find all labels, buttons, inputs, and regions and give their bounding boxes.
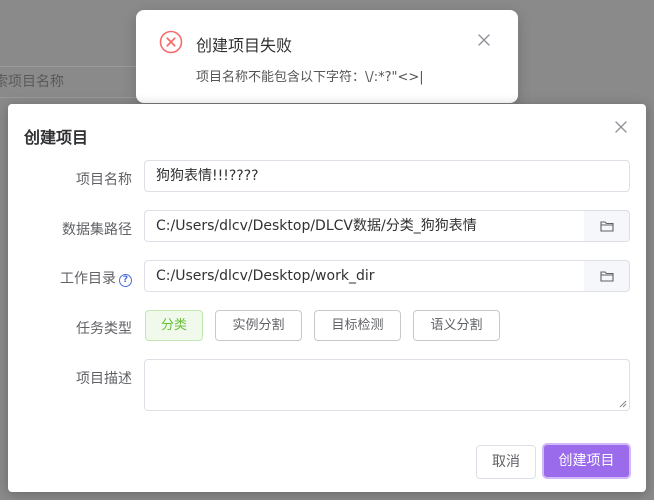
folder-icon (599, 271, 614, 282)
dataset-browse-button[interactable] (584, 210, 630, 242)
create-project-dialog: 创建项目 项目名称 狗狗表情!!!???? 数据集路径 C:/Users/dlc… (8, 104, 646, 492)
task-type-instance-segmentation-button[interactable]: 实例分割 (215, 310, 302, 341)
task-type-object-detection-button[interactable]: 目标检测 (314, 310, 401, 341)
workdir-browse-button[interactable] (584, 260, 630, 292)
description-textarea[interactable] (144, 359, 630, 411)
close-icon[interactable] (613, 119, 629, 135)
description-label: 项目描述 (76, 371, 132, 387)
help-icon[interactable]: ? (119, 274, 132, 287)
project-name-label: 项目名称 (76, 172, 132, 188)
task-type-semantic-segmentation-button[interactable]: 语义分割 (413, 310, 500, 341)
notification-title: 创建项目失败 (196, 36, 293, 55)
cancel-button[interactable]: 取消 (476, 445, 536, 479)
resize-grip-icon[interactable] (619, 400, 627, 408)
dialog-title: 创建项目 (24, 128, 89, 147)
workdir-label-row: 工作目录? (8, 268, 132, 288)
workdir-input[interactable]: C:/Users/dlcv/Desktop/work_dir (144, 260, 585, 292)
close-icon[interactable] (476, 32, 492, 48)
notification-message: 项目名称不能包含以下字符：\/:*?"<>| (196, 70, 424, 85)
create-project-button[interactable]: 创建项目 (542, 443, 631, 479)
folder-icon (599, 221, 614, 232)
task-type-classification-button[interactable]: 分类 (145, 310, 203, 341)
error-circle-icon (159, 30, 183, 54)
project-name-input[interactable]: 狗狗表情!!!???? (144, 160, 630, 192)
error-notification: 创建项目失败 项目名称不能包含以下字符：\/:*?"<>| (136, 10, 518, 103)
dataset-path-label: 数据集路径 (62, 222, 132, 238)
background-search-input: 索项目名称 (0, 66, 144, 98)
workdir-label: 工作目录 (60, 271, 116, 287)
task-type-label: 任务类型 (76, 321, 132, 337)
dataset-path-input[interactable]: C:/Users/dlcv/Desktop/DLCV数据/分类_狗狗表情 (144, 210, 585, 242)
